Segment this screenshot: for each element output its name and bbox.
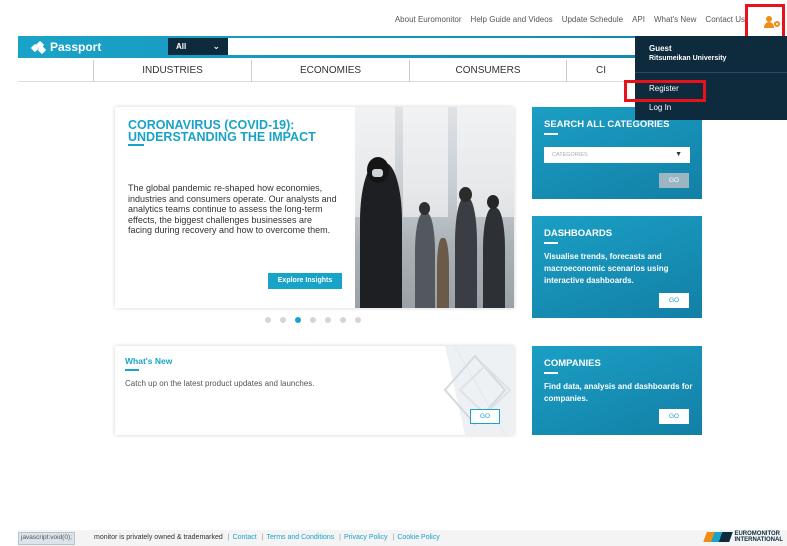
search-all-title: SEARCH ALL CATEGORIES (544, 119, 670, 130)
categories-select[interactable]: CATEGORIES ▼ (544, 147, 690, 163)
dashboards-body: Visualise trends, forecasts and macroeco… (544, 252, 669, 285)
dropdown-divider (635, 72, 787, 73)
tab-economies[interactable]: ECONOMIES (251, 60, 409, 82)
main-nav-bar: Passport All ⌄ (18, 36, 635, 58)
caret-down-icon: ▼ (675, 151, 682, 158)
footer-link-contact[interactable]: Contact (233, 534, 257, 541)
link-contact[interactable]: Contact Us (705, 15, 745, 24)
footer-link-cookie[interactable]: Cookie Policy (397, 534, 439, 541)
carousel-dot[interactable] (265, 317, 271, 323)
tab-consumers[interactable]: CONSUMERS (409, 60, 566, 82)
register-highlight (624, 80, 706, 102)
whats-new-go-button[interactable]: GO (470, 409, 500, 424)
companies-go-button[interactable]: GO (659, 409, 689, 424)
carousel-dot[interactable] (310, 317, 316, 323)
tab-industries[interactable]: INDUSTRIES (93, 60, 251, 82)
search-scope-value: All (176, 42, 187, 51)
footer-link-terms[interactable]: Terms and Conditions (266, 534, 334, 541)
euromonitor-logo[interactable]: EUROMONITOR INTERNATIONAL (703, 531, 783, 543)
carousel-dot[interactable] (340, 317, 346, 323)
footer-text: monitor is privately owned & trademarked… (94, 534, 440, 541)
companies-card: COMPANIES Find data, analysis and dashbo… (532, 346, 702, 435)
user-menu-button[interactable] (745, 4, 785, 40)
footer-copyright: monitor is privately owned & trademarked (94, 534, 223, 541)
tab-ci[interactable]: CI (566, 60, 635, 82)
utility-links: About Euromonitor Help Guide and Videos … (395, 15, 745, 24)
explore-insights-button[interactable]: Explore Insights (268, 273, 342, 289)
search-all-categories-card: SEARCH ALL CATEGORIES CATEGORIES ▼ GO (532, 107, 702, 199)
utility-bar: About Euromonitor Help Guide and Videos … (18, 0, 787, 40)
link-help[interactable]: Help Guide and Videos (471, 15, 553, 24)
footer: javascript:void(0); monitor is privately… (18, 530, 787, 546)
hero-divider (128, 144, 144, 146)
whats-new-body: Catch up on the latest product updates a… (125, 379, 315, 388)
dashboards-go-button[interactable]: GO (659, 293, 689, 308)
carousel-dots (265, 317, 361, 323)
category-bar: INDUSTRIES ECONOMIES CONSUMERS CI (18, 60, 635, 82)
search-all-go-button[interactable]: GO (659, 173, 689, 188)
user-dropdown-menu: Guest Ritsumeikan University Register Lo… (635, 36, 787, 120)
passport-logo[interactable]: Passport (30, 40, 102, 54)
brand-name: Passport (50, 40, 102, 54)
status-bar-url: javascript:void(0); (18, 532, 75, 545)
dashboards-title: DASHBOARDS (544, 228, 613, 239)
hero-card: CORONAVIRUS (COVID-19): UNDERSTANDING TH… (115, 107, 514, 308)
carousel-dot[interactable] (355, 317, 361, 323)
link-update-schedule[interactable]: Update Schedule (562, 15, 623, 24)
link-about[interactable]: About Euromonitor (395, 15, 462, 24)
companies-title: COMPANIES (544, 358, 601, 369)
carousel-dot[interactable] (325, 317, 331, 323)
footer-link-privacy[interactable]: Privacy Policy (344, 534, 388, 541)
hero-title: CORONAVIRUS (COVID-19): UNDERSTANDING TH… (128, 118, 316, 144)
search-input[interactable] (228, 38, 635, 55)
search-all-divider (544, 133, 558, 135)
carousel-dot-active[interactable] (295, 317, 301, 323)
dashboards-card: DASHBOARDS Visualise trends, forecasts a… (532, 216, 702, 318)
companies-divider (544, 372, 558, 374)
guest-label: Guest (649, 44, 672, 53)
link-api[interactable]: API (632, 15, 645, 24)
whats-new-divider (125, 369, 139, 371)
hero-body: The global pandemic re-shaped how econom… (128, 183, 337, 235)
passport-logo-icon (30, 40, 47, 54)
search-scope-select[interactable]: All ⌄ (168, 38, 228, 55)
logo-line-2: INTERNATIONAL (734, 537, 783, 543)
dashboards-divider (544, 242, 558, 244)
carousel-dot[interactable] (280, 317, 286, 323)
chevron-down-icon: ⌄ (212, 41, 220, 51)
institution-label: Ritsumeikan University (649, 55, 727, 62)
login-menu-item[interactable]: Log In (649, 103, 671, 112)
euromonitor-logo-icon (703, 532, 734, 542)
link-whats-new[interactable]: What's New (654, 15, 696, 24)
hero-image (355, 107, 514, 308)
whats-new-title: What's New (125, 356, 173, 366)
companies-body: Find data, analysis and dashboards for c… (544, 382, 693, 403)
user-settings-icon (764, 16, 780, 28)
whats-new-card: What's New Catch up on the latest produc… (115, 346, 514, 435)
categories-select-value: CATEGORIES (552, 152, 588, 158)
